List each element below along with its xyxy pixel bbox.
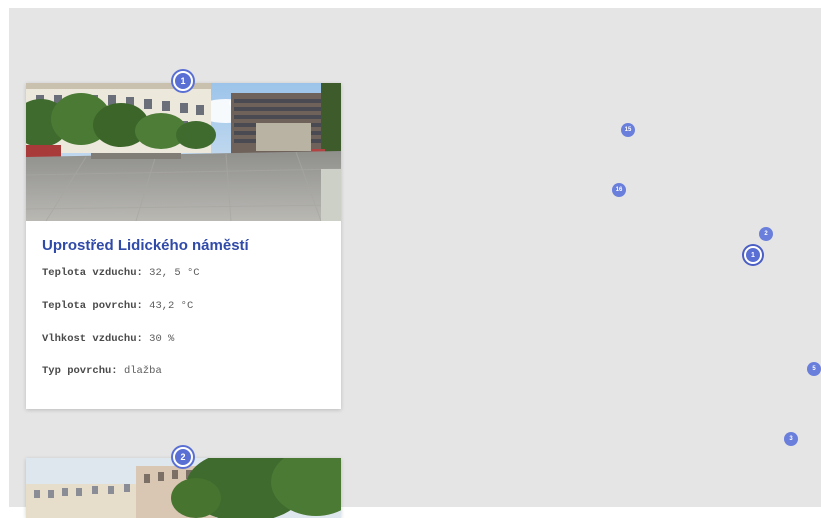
stat-value: dlažba xyxy=(123,365,162,377)
stat-value: 30 % xyxy=(149,333,175,345)
stat-surface-type: Typ povrchu: dlažba xyxy=(42,365,162,377)
stat-label: Teplota povrchu: xyxy=(42,300,143,312)
map-marker[interactable]: 15 xyxy=(621,123,635,137)
stat-surface-temperature: Teplota povrchu: 43,2 °C xyxy=(42,300,193,312)
stat-label: Vlhkost vzduchu: xyxy=(42,333,143,345)
stat-value: 32, 5 °C xyxy=(149,267,200,279)
stat-air-temperature: Teplota vzduchu: 32, 5 °C xyxy=(42,267,200,279)
map-marker[interactable]: 16 xyxy=(612,183,626,197)
map-marker[interactable]: 3 xyxy=(784,432,798,446)
stat-air-humidity: Vlhkost vzduchu: 30 % xyxy=(42,333,174,345)
card-marker-badge[interactable]: 1 xyxy=(173,71,193,91)
location-photo xyxy=(26,458,341,518)
location-title: Uprostřed Lidického náměstí xyxy=(42,237,249,254)
stat-label: Typ povrchu: xyxy=(42,365,118,377)
location-card[interactable]: Uprostřed Lidického náměstí Teplota vzdu… xyxy=(26,83,341,409)
card-marker-badge[interactable]: 2 xyxy=(173,447,193,467)
map-marker-selected[interactable]: 1 xyxy=(744,246,762,264)
map-marker[interactable]: 5 xyxy=(807,362,821,376)
location-photo xyxy=(26,83,341,221)
map-marker[interactable]: 2 xyxy=(759,227,773,241)
stat-value: 43,2 °C xyxy=(149,300,194,312)
stat-label: Teplota vzduchu: xyxy=(42,267,143,279)
location-card[interactable] xyxy=(26,458,341,518)
